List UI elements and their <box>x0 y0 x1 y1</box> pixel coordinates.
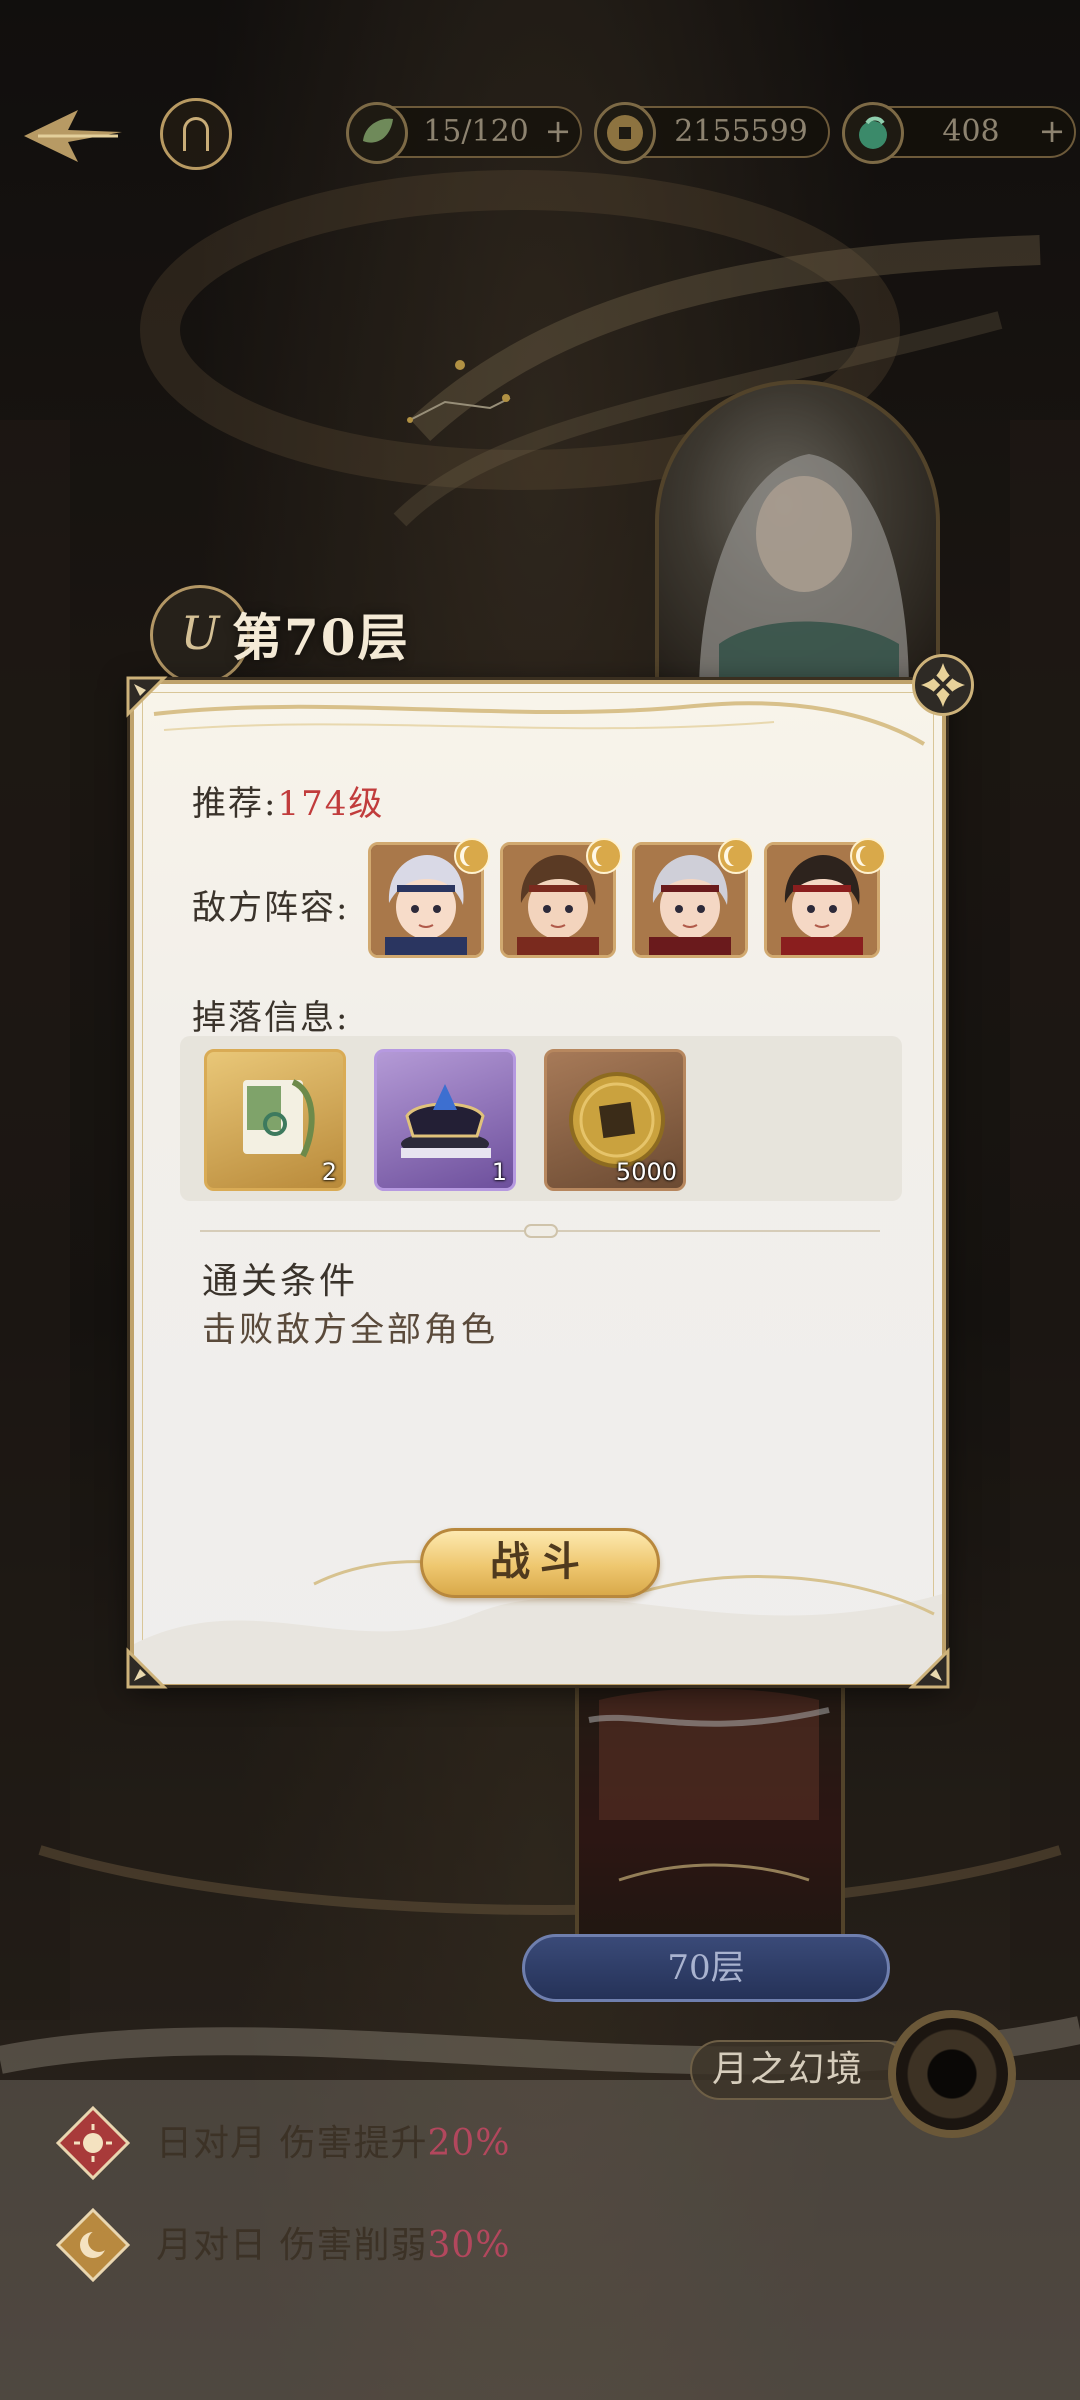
jade-leaf-icon <box>346 102 408 164</box>
recommend-level: 174级 <box>277 784 385 824</box>
divider-ornament <box>524 1224 558 1238</box>
buff-row-moon: 月对日 伤害削弱30% <box>56 2206 756 2286</box>
jade-value: 408 <box>942 114 1000 149</box>
corner-ornament-icon <box>126 1647 168 1689</box>
close-button[interactable] <box>912 654 974 716</box>
drop-count: 1 <box>491 1158 507 1186</box>
clear-condition-text: 击败敌方全部角色 <box>202 1310 498 1350</box>
recommend-label-text: 推荐: <box>192 784 278 824</box>
moon-faction-badge-icon <box>586 838 622 874</box>
moon-faction-badge-icon <box>454 838 490 874</box>
back-button[interactable] <box>18 96 128 176</box>
clear-condition-title: 通关条件 <box>202 1261 359 1302</box>
resource-stamina: 15/120 + <box>346 102 582 164</box>
gate-icon <box>183 117 209 151</box>
add-jade-button[interactable]: + <box>1038 115 1066 147</box>
add-stamina-button[interactable]: + <box>544 115 572 147</box>
buff-text-moon: 月对日 伤害削弱30% <box>156 2214 510 2278</box>
buff-moon-value: 30% <box>427 2225 511 2266</box>
drop-count: 2 <box>321 1158 337 1186</box>
corner-ornament-icon <box>126 676 168 718</box>
recommend-label: 推荐:174级 <box>192 776 384 825</box>
enemy-lineup-label: 敌方阵容: <box>192 888 350 928</box>
buff-moon-prefix: 月对日 伤害削弱 <box>156 2225 428 2266</box>
drop-info-label: 掉落信息: <box>192 998 350 1038</box>
resource-coins: 2155599 <box>594 102 830 164</box>
buff-text-sun: 日对月 伤害提升20% <box>156 2112 510 2176</box>
moon-faction-badge-icon <box>850 838 886 874</box>
dialog-top-ribbon <box>153 701 926 746</box>
buff-row-sun: 日对月 伤害提升20% <box>56 2104 756 2184</box>
moon-icon <box>56 2208 130 2282</box>
buff-sun-value: 20% <box>427 2123 511 2164</box>
coin-icon <box>594 102 656 164</box>
game-screen: 15/120 + 2155599 408 + U 第70层 推荐:174级 敌方… <box>0 0 1080 2400</box>
coins-value: 2155599 <box>674 114 808 149</box>
drop-scroll-item[interactable]: 2 <box>204 1049 346 1191</box>
gate-button[interactable] <box>160 98 232 170</box>
drop-coin-item[interactable]: 5000 <box>544 1049 686 1191</box>
close-icon <box>921 663 965 707</box>
stamina-value: 15/120 <box>423 114 529 149</box>
fight-button[interactable]: 战斗 <box>420 1528 660 1598</box>
corner-ornament-icon <box>908 1647 950 1689</box>
moon-realm-orb-icon[interactable] <box>888 2010 1016 2138</box>
drop-crown-item[interactable]: 1 <box>374 1049 516 1191</box>
sun-icon <box>56 2106 130 2180</box>
moon-faction-badge-icon <box>718 838 754 874</box>
floor-title: 第70层 <box>232 608 410 667</box>
back-arrow-icon <box>24 110 122 162</box>
moon-realm-label[interactable]: 月之幻境 <box>690 2040 910 2100</box>
drop-count: 5000 <box>615 1158 677 1186</box>
buff-sun-prefix: 日对月 伤害提升 <box>156 2123 428 2164</box>
current-floor-pill[interactable]: 70层 <box>522 1934 890 2002</box>
jade-icon <box>842 102 904 164</box>
resource-jade: 408 + <box>842 102 1076 164</box>
